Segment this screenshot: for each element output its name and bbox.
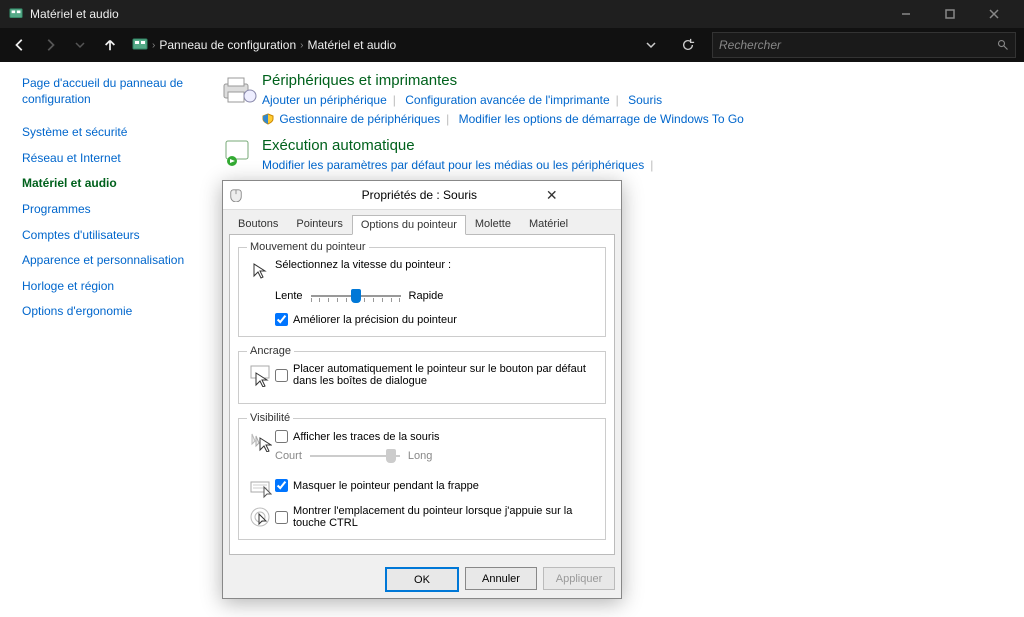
search-input[interactable]: Rechercher	[712, 32, 1016, 58]
maximize-button[interactable]	[928, 0, 972, 28]
show-on-ctrl-checkbox[interactable]: Montrer l'emplacement du pointeur lorsqu…	[275, 505, 597, 529]
trails-long-label: Long	[408, 450, 432, 462]
category-title[interactable]: Exécution automatique	[262, 137, 1004, 154]
dialog-titlebar[interactable]: Propriétés de : Souris ✕	[223, 181, 621, 210]
breadcrumb-root[interactable]: Panneau de configuration	[159, 38, 296, 52]
close-button[interactable]	[972, 0, 1016, 28]
snap-to-default-checkbox[interactable]: Placer automatiquement le pointeur sur l…	[275, 363, 597, 387]
path-icon	[132, 37, 148, 53]
address-bar[interactable]: › Panneau de configuration › Matériel et…	[128, 37, 670, 53]
group-visibility: Visibilité Afficher les traces de la sou…	[238, 412, 606, 540]
mouse-properties-dialog: Propriétés de : Souris ✕ Boutons Pointeu…	[222, 180, 622, 599]
chevron-right-icon: ›	[152, 40, 155, 51]
pointer-trails-checkbox[interactable]: Afficher les traces de la souris	[275, 430, 597, 443]
link-mouse[interactable]: Souris	[628, 93, 662, 107]
sidebar-item-ease[interactable]: Options d'ergonomie	[22, 304, 212, 320]
breadcrumb-current[interactable]: Matériel et audio	[307, 38, 396, 52]
tab-pointers[interactable]: Pointeurs	[287, 214, 351, 234]
dialog-title: Propriétés de : Souris	[362, 188, 489, 202]
autoplay-icon	[218, 137, 262, 179]
search-icon	[997, 39, 1009, 51]
sidebar-item-appearance[interactable]: Apparence et personnalisation	[22, 253, 212, 269]
trails-short-label: Court	[275, 450, 302, 462]
group-movement-legend: Mouvement du pointeur	[247, 241, 369, 253]
category-devices-printers: Périphériques et imprimantes Ajouter un …	[218, 72, 1004, 129]
ctrl-locate-icon	[247, 505, 275, 529]
speed-slow-label: Lente	[275, 290, 303, 302]
trails-icon	[247, 430, 275, 452]
up-button[interactable]	[98, 33, 122, 57]
snap-icon	[247, 363, 275, 387]
pointer-speed-icon	[247, 259, 275, 281]
sidebar: Page d'accueil du panneau de configurati…	[0, 62, 218, 617]
group-movement: Mouvement du pointeur Sélectionnez la vi…	[238, 241, 606, 337]
dialog-close-button[interactable]: ✕	[488, 187, 615, 204]
back-button[interactable]	[8, 33, 32, 57]
printer-icon	[218, 72, 262, 114]
link-advanced-printer[interactable]: Configuration avancée de l'imprimante	[405, 93, 609, 107]
ok-button[interactable]: OK	[385, 567, 459, 592]
sidebar-item-accounts[interactable]: Comptes d'utilisateurs	[22, 228, 212, 244]
hide-typing-icon	[247, 479, 275, 499]
sidebar-item-hardware[interactable]: Matériel et audio	[22, 176, 212, 192]
search-placeholder: Rechercher	[719, 38, 997, 52]
minimize-button[interactable]	[884, 0, 928, 28]
mouse-icon	[229, 187, 356, 203]
forward-button[interactable]	[38, 33, 62, 57]
tab-buttons[interactable]: Boutons	[229, 214, 287, 234]
category-title[interactable]: Périphériques et imprimantes	[262, 72, 1004, 89]
cancel-button[interactable]: Annuler	[465, 567, 537, 590]
tab-hardware[interactable]: Matériel	[520, 214, 577, 234]
address-dropdown-button[interactable]	[646, 40, 670, 50]
group-snap: Ancrage Placer automatiquement le pointe…	[238, 345, 606, 404]
tab-pointer-options[interactable]: Options du pointeur	[352, 215, 466, 235]
dialog-tabs: Boutons Pointeurs Options du pointeur Mo…	[223, 210, 621, 234]
link-windows-togo[interactable]: Modifier les options de démarrage de Win…	[459, 112, 744, 126]
sidebar-item-system[interactable]: Système et sécurité	[22, 125, 212, 141]
navbar: › Panneau de configuration › Matériel et…	[0, 28, 1024, 62]
apply-button: Appliquer	[543, 567, 615, 590]
link-device-manager[interactable]: Gestionnaire de périphériques	[279, 112, 440, 126]
trails-length-slider	[310, 447, 400, 465]
chevron-right-icon: ›	[300, 40, 303, 51]
link-add-device[interactable]: Ajouter un périphérique	[262, 93, 387, 107]
window-title: Matériel et audio	[30, 7, 884, 21]
shield-icon	[262, 113, 274, 125]
tab-wheel[interactable]: Molette	[466, 214, 520, 234]
recent-locations-button[interactable]	[68, 33, 92, 57]
speed-label: Sélectionnez la vitesse du pointeur :	[275, 259, 597, 271]
hide-while-typing-checkbox[interactable]: Masquer le pointeur pendant la frappe	[275, 479, 597, 492]
group-snap-legend: Ancrage	[247, 345, 294, 357]
refresh-button[interactable]	[676, 38, 700, 52]
group-visibility-legend: Visibilité	[247, 412, 293, 424]
sidebar-item-network[interactable]: Réseau et Internet	[22, 151, 212, 167]
pointer-speed-slider[interactable]	[311, 287, 401, 305]
link-autoplay-defaults[interactable]: Modifier les paramètres par défaut pour …	[262, 158, 644, 172]
sidebar-home[interactable]: Page d'accueil du panneau de configurati…	[22, 76, 212, 107]
sidebar-item-programs[interactable]: Programmes	[22, 202, 212, 218]
sidebar-item-clock[interactable]: Horloge et région	[22, 279, 212, 295]
enhance-precision-checkbox[interactable]: Améliorer la précision du pointeur	[275, 313, 597, 326]
speed-fast-label: Rapide	[409, 290, 444, 302]
titlebar: Matériel et audio	[0, 0, 1024, 28]
control-panel-icon	[8, 6, 24, 22]
